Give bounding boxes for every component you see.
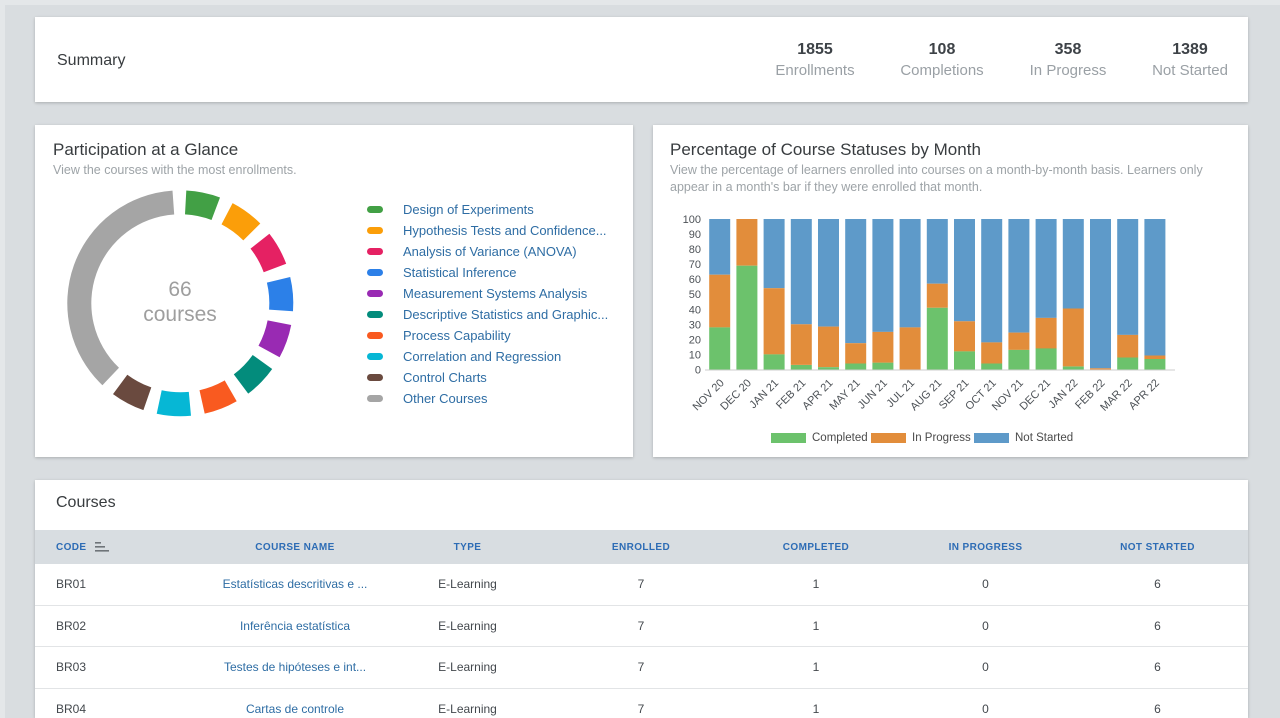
svg-text:100: 100 <box>683 214 701 226</box>
svg-text:20: 20 <box>689 334 701 346</box>
svg-text:10: 10 <box>689 349 701 361</box>
svg-text:0: 0 <box>695 365 701 377</box>
svg-text:JUN 21: JUN 21 <box>856 377 890 411</box>
svg-text:90: 90 <box>689 229 701 241</box>
svg-text:80: 80 <box>689 244 701 256</box>
svg-text:50: 50 <box>689 289 701 301</box>
svg-text:APR 22: APR 22 <box>1127 377 1162 412</box>
svg-text:40: 40 <box>689 304 701 316</box>
svg-text:70: 70 <box>689 259 701 271</box>
svg-text:30: 30 <box>689 319 701 331</box>
svg-text:MAY 21: MAY 21 <box>827 377 862 412</box>
svg-text:60: 60 <box>689 274 701 286</box>
